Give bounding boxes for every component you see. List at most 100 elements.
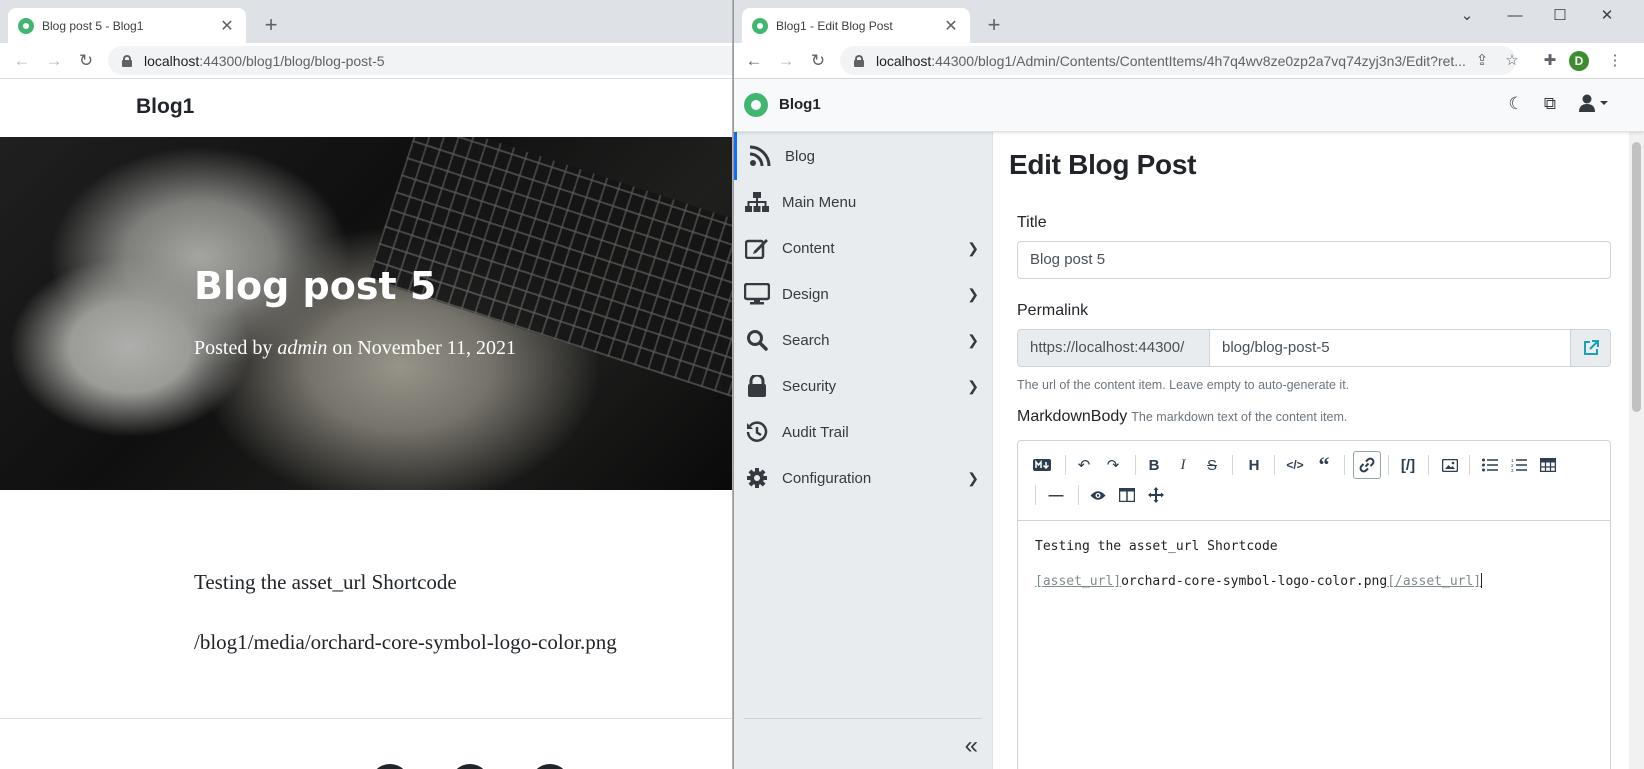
horizontal-rule-icon[interactable]: — — [1042, 481, 1070, 509]
user-menu-icon[interactable] — [1574, 94, 1614, 117]
lock-icon — [122, 54, 132, 67]
social-icon[interactable] — [530, 764, 570, 769]
chevron-right-icon: ❯ — [967, 285, 979, 302]
address-bar[interactable]: localhost:44300/blog1/blog/blog-post-5 — [108, 46, 732, 75]
new-tab-button[interactable]: + — [980, 12, 1008, 40]
sidebar-item-content[interactable]: Content ❯ — [734, 224, 993, 272]
more-menu-icon[interactable]: ⋮ — [1604, 52, 1626, 70]
dark-mode-moon-icon[interactable]: ☾ — [1505, 94, 1527, 114]
url-path: :44300/blog1/Admin/Contents/ContentItems… — [931, 52, 1466, 69]
tab-blog-post[interactable]: Blog post 5 - Blog1 ✕ — [8, 8, 246, 43]
strikethrough-icon[interactable]: S — [1198, 451, 1226, 479]
social-icon[interactable] — [370, 764, 410, 769]
open-permalink-button[interactable] — [1570, 329, 1611, 367]
sidebar-item-security[interactable]: Security ❯ — [734, 362, 993, 410]
footer-divider — [0, 718, 732, 719]
address-bar[interactable]: localhost:44300/blog1/Admin/Contents/Con… — [840, 46, 1516, 75]
fullscreen-icon[interactable] — [1142, 481, 1170, 509]
bookmark-star-icon[interactable]: ☆ — [1501, 52, 1523, 70]
admin-brand[interactable]: Blog1 — [779, 96, 821, 113]
back-icon[interactable]: ← — [10, 49, 34, 73]
url-host: localhost — [876, 52, 932, 69]
post-paragraph-2: /blog1/media/orchard-core-symbol-logo-co… — [194, 630, 617, 654]
new-tab-button[interactable]: + — [257, 12, 285, 40]
sidebar-item-label: Content — [782, 239, 835, 257]
orchard-favicon-icon — [18, 17, 34, 34]
redo-icon[interactable]: ↷ — [1099, 451, 1127, 479]
social-icon[interactable] — [450, 764, 490, 769]
share-icon[interactable]: ⇪ — [1471, 52, 1493, 70]
chevron-right-icon: ❯ — [967, 469, 979, 486]
tab-strip: Blog post 5 - Blog1 ✕ + — [0, 0, 732, 43]
markdown-editor[interactable]: ↶ ↷ B I S H </> “ [/] 1 2 3 — Testing th… — [1017, 440, 1611, 769]
back-icon[interactable]: ← — [742, 49, 766, 73]
reload-icon[interactable]: ↻ — [806, 49, 830, 73]
sidebar-item-configuration[interactable]: Configuration ❯ — [734, 454, 993, 502]
title-input[interactable]: Blog post 5 — [1017, 241, 1611, 279]
admin-sidebar: Blog Main Menu Content ❯ Design ❯ Search… — [734, 132, 993, 769]
visit-site-icon[interactable]: ⧉ — [1539, 94, 1561, 114]
extensions-icon[interactable]: ✚ — [1539, 52, 1561, 70]
chevron-right-icon: ❯ — [967, 239, 979, 256]
close-tab-icon[interactable]: ✕ — [942, 16, 960, 36]
shortcode-close-tag: [/asset_url] — [1387, 574, 1482, 589]
lock-icon — [854, 54, 864, 67]
blog-brand-link[interactable]: Blog1 — [136, 95, 194, 119]
quote-icon[interactable]: “ — [1310, 451, 1338, 479]
page-scrollbar[interactable] — [1629, 132, 1644, 769]
sidebar-item-main-menu[interactable]: Main Menu — [734, 178, 993, 226]
heading-icon[interactable]: H — [1240, 451, 1268, 479]
blog-browser-window: Blog post 5 - Blog1 ✕ + ← → ↻ localhost:… — [0, 0, 733, 769]
meta-author: admin — [277, 337, 328, 359]
bold-icon[interactable]: B — [1140, 451, 1168, 479]
permalink-label: Permalink — [1017, 302, 1089, 319]
sidebar-item-design[interactable]: Design ❯ — [734, 270, 993, 318]
markdown-hint: The markdown text of the content item. — [1131, 410, 1348, 424]
side-by-side-icon[interactable] — [1113, 481, 1141, 509]
scrollbar-thumb[interactable] — [1632, 142, 1641, 412]
profile-avatar[interactable]: D — [1569, 51, 1589, 71]
editor-line-2: [asset_url]orchard-core-symbol-logo-colo… — [1035, 573, 1483, 589]
sidebar-item-search[interactable]: Search ❯ — [734, 316, 993, 364]
browser-toolbar: ← → ↻ localhost:44300/blog1/blog/blog-po… — [0, 43, 732, 79]
collapse-sidebar-icon[interactable]: « — [965, 732, 978, 760]
edit-icon — [744, 235, 770, 261]
preview-icon[interactable] — [1084, 481, 1112, 509]
sidebar-item-blog[interactable]: Blog — [734, 132, 993, 180]
tab-edit-blog-post[interactable]: Blog1 - Edit Blog Post ✕ — [742, 8, 970, 43]
editor-toolbar: ↶ ↷ B I S H </> “ [/] 1 2 3 — — [1018, 441, 1610, 521]
forward-icon[interactable]: → — [42, 49, 66, 73]
table-icon[interactable] — [1534, 451, 1562, 479]
orchard-logo-icon[interactable] — [744, 93, 768, 117]
shortcode-icon[interactable]: [/] — [1394, 451, 1422, 479]
chevron-right-icon: ❯ — [967, 331, 979, 348]
post-header-image: Blog post 5 Posted by admin on November … — [0, 137, 732, 490]
tab-title: Blog1 - Edit Blog Post — [776, 18, 893, 33]
admin-browser-window: Blog1 - Edit Blog Post ✕ + ⌄ — ☐ ✕ ← → ↻… — [733, 0, 1644, 769]
close-tab-icon[interactable]: ✕ — [218, 16, 236, 36]
sidebar-item-audit-trail[interactable]: Audit Trail — [734, 408, 993, 456]
image-icon[interactable] — [1436, 451, 1464, 479]
forward-icon[interactable]: → — [774, 49, 798, 73]
browser-toolbar: ← → ↻ localhost:44300/blog1/Admin/Conten… — [734, 43, 1644, 79]
ordered-list-icon[interactable]: 123 — [1505, 451, 1533, 479]
minimize-icon[interactable]: — — [1500, 6, 1530, 26]
lock-icon — [744, 373, 770, 399]
text-cursor — [1481, 573, 1483, 588]
reload-icon[interactable]: ↻ — [74, 49, 98, 73]
permalink-input[interactable]: blog/blog-post-5 — [1209, 329, 1571, 367]
link-icon[interactable] — [1353, 451, 1381, 479]
permalink-hint: The url of the content item. Leave empty… — [1017, 378, 1350, 392]
sidebar-item-label: Audit Trail — [782, 423, 849, 441]
maximize-icon[interactable]: ☐ — [1545, 6, 1575, 26]
close-window-icon[interactable]: ✕ — [1592, 6, 1622, 26]
tab-search-icon[interactable]: ⌄ — [1452, 6, 1482, 26]
italic-icon[interactable]: I — [1169, 451, 1197, 479]
undo-icon[interactable]: ↶ — [1070, 451, 1098, 479]
tab-title: Blog post 5 - Blog1 — [42, 18, 144, 33]
unordered-list-icon[interactable] — [1476, 451, 1504, 479]
code-icon[interactable]: </> — [1281, 451, 1309, 479]
tab-strip: Blog1 - Edit Blog Post ✕ + ⌄ — ☐ ✕ — [734, 0, 1644, 43]
markdown-icon[interactable] — [1028, 451, 1056, 479]
rss-icon — [747, 143, 773, 169]
